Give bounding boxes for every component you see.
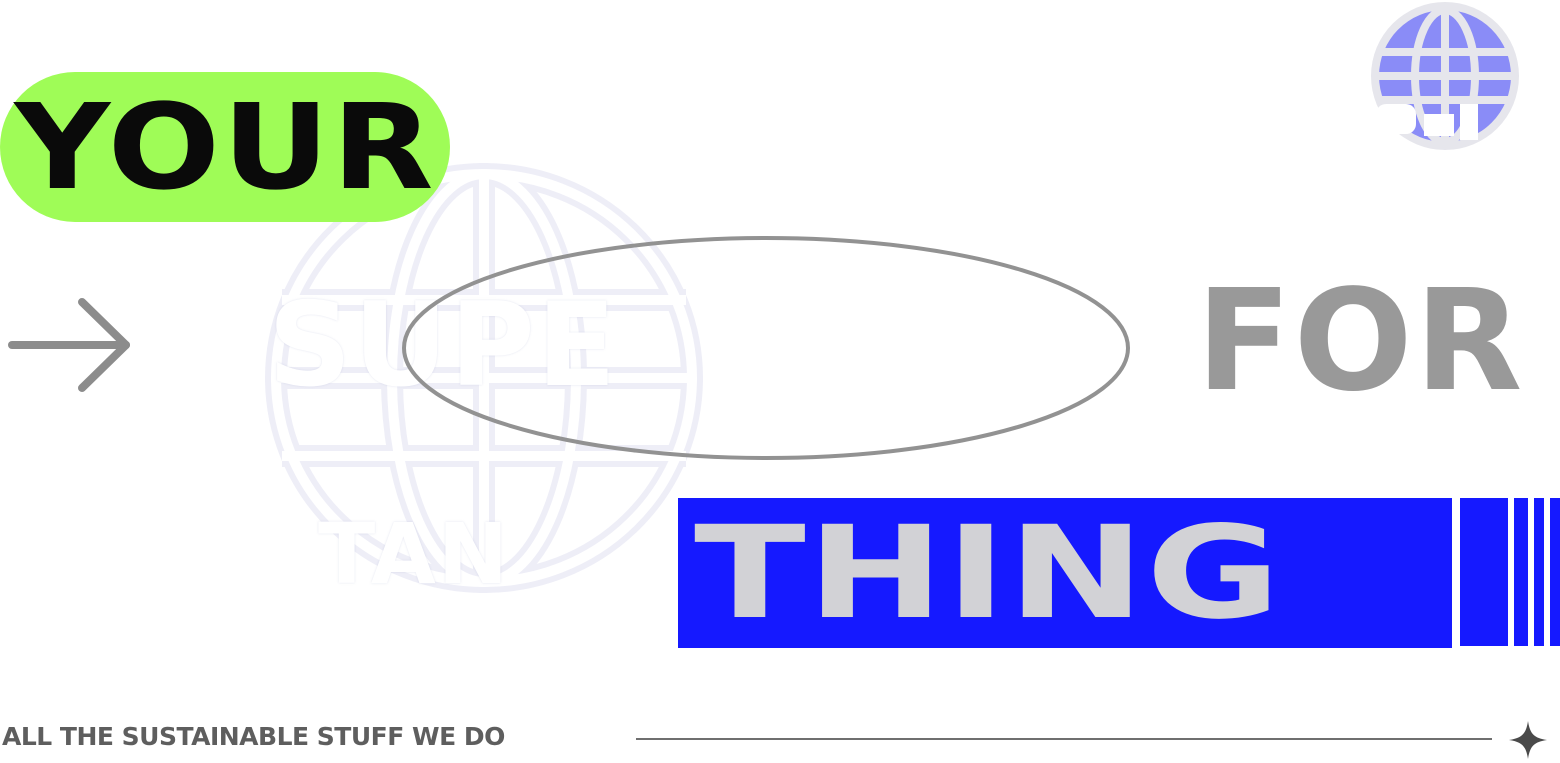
sparkle-icon (1509, 721, 1547, 759)
arrow-right-icon (8, 298, 130, 392)
decorative-stripe (1460, 498, 1508, 646)
tagline: ALL THE SUSTAINABLE STUFF WE DO (2, 722, 505, 751)
globe-icon (1371, 2, 1519, 150)
decorative-stripe (1514, 498, 1528, 646)
headline-bar-thing: THING (678, 498, 1452, 648)
headline-word-thing: THING (694, 499, 1282, 648)
headline-pill-your: YOUR (0, 72, 450, 222)
headline-word-for: FOR (1196, 260, 1525, 423)
ghost-word-bottom: TAN (318, 505, 511, 603)
headline-word-your: YOUR (14, 78, 436, 216)
decorative-stripe (1550, 498, 1560, 646)
decorative-stripe (1534, 498, 1544, 646)
outline-ellipse (402, 236, 1130, 460)
divider-line (636, 738, 1492, 740)
